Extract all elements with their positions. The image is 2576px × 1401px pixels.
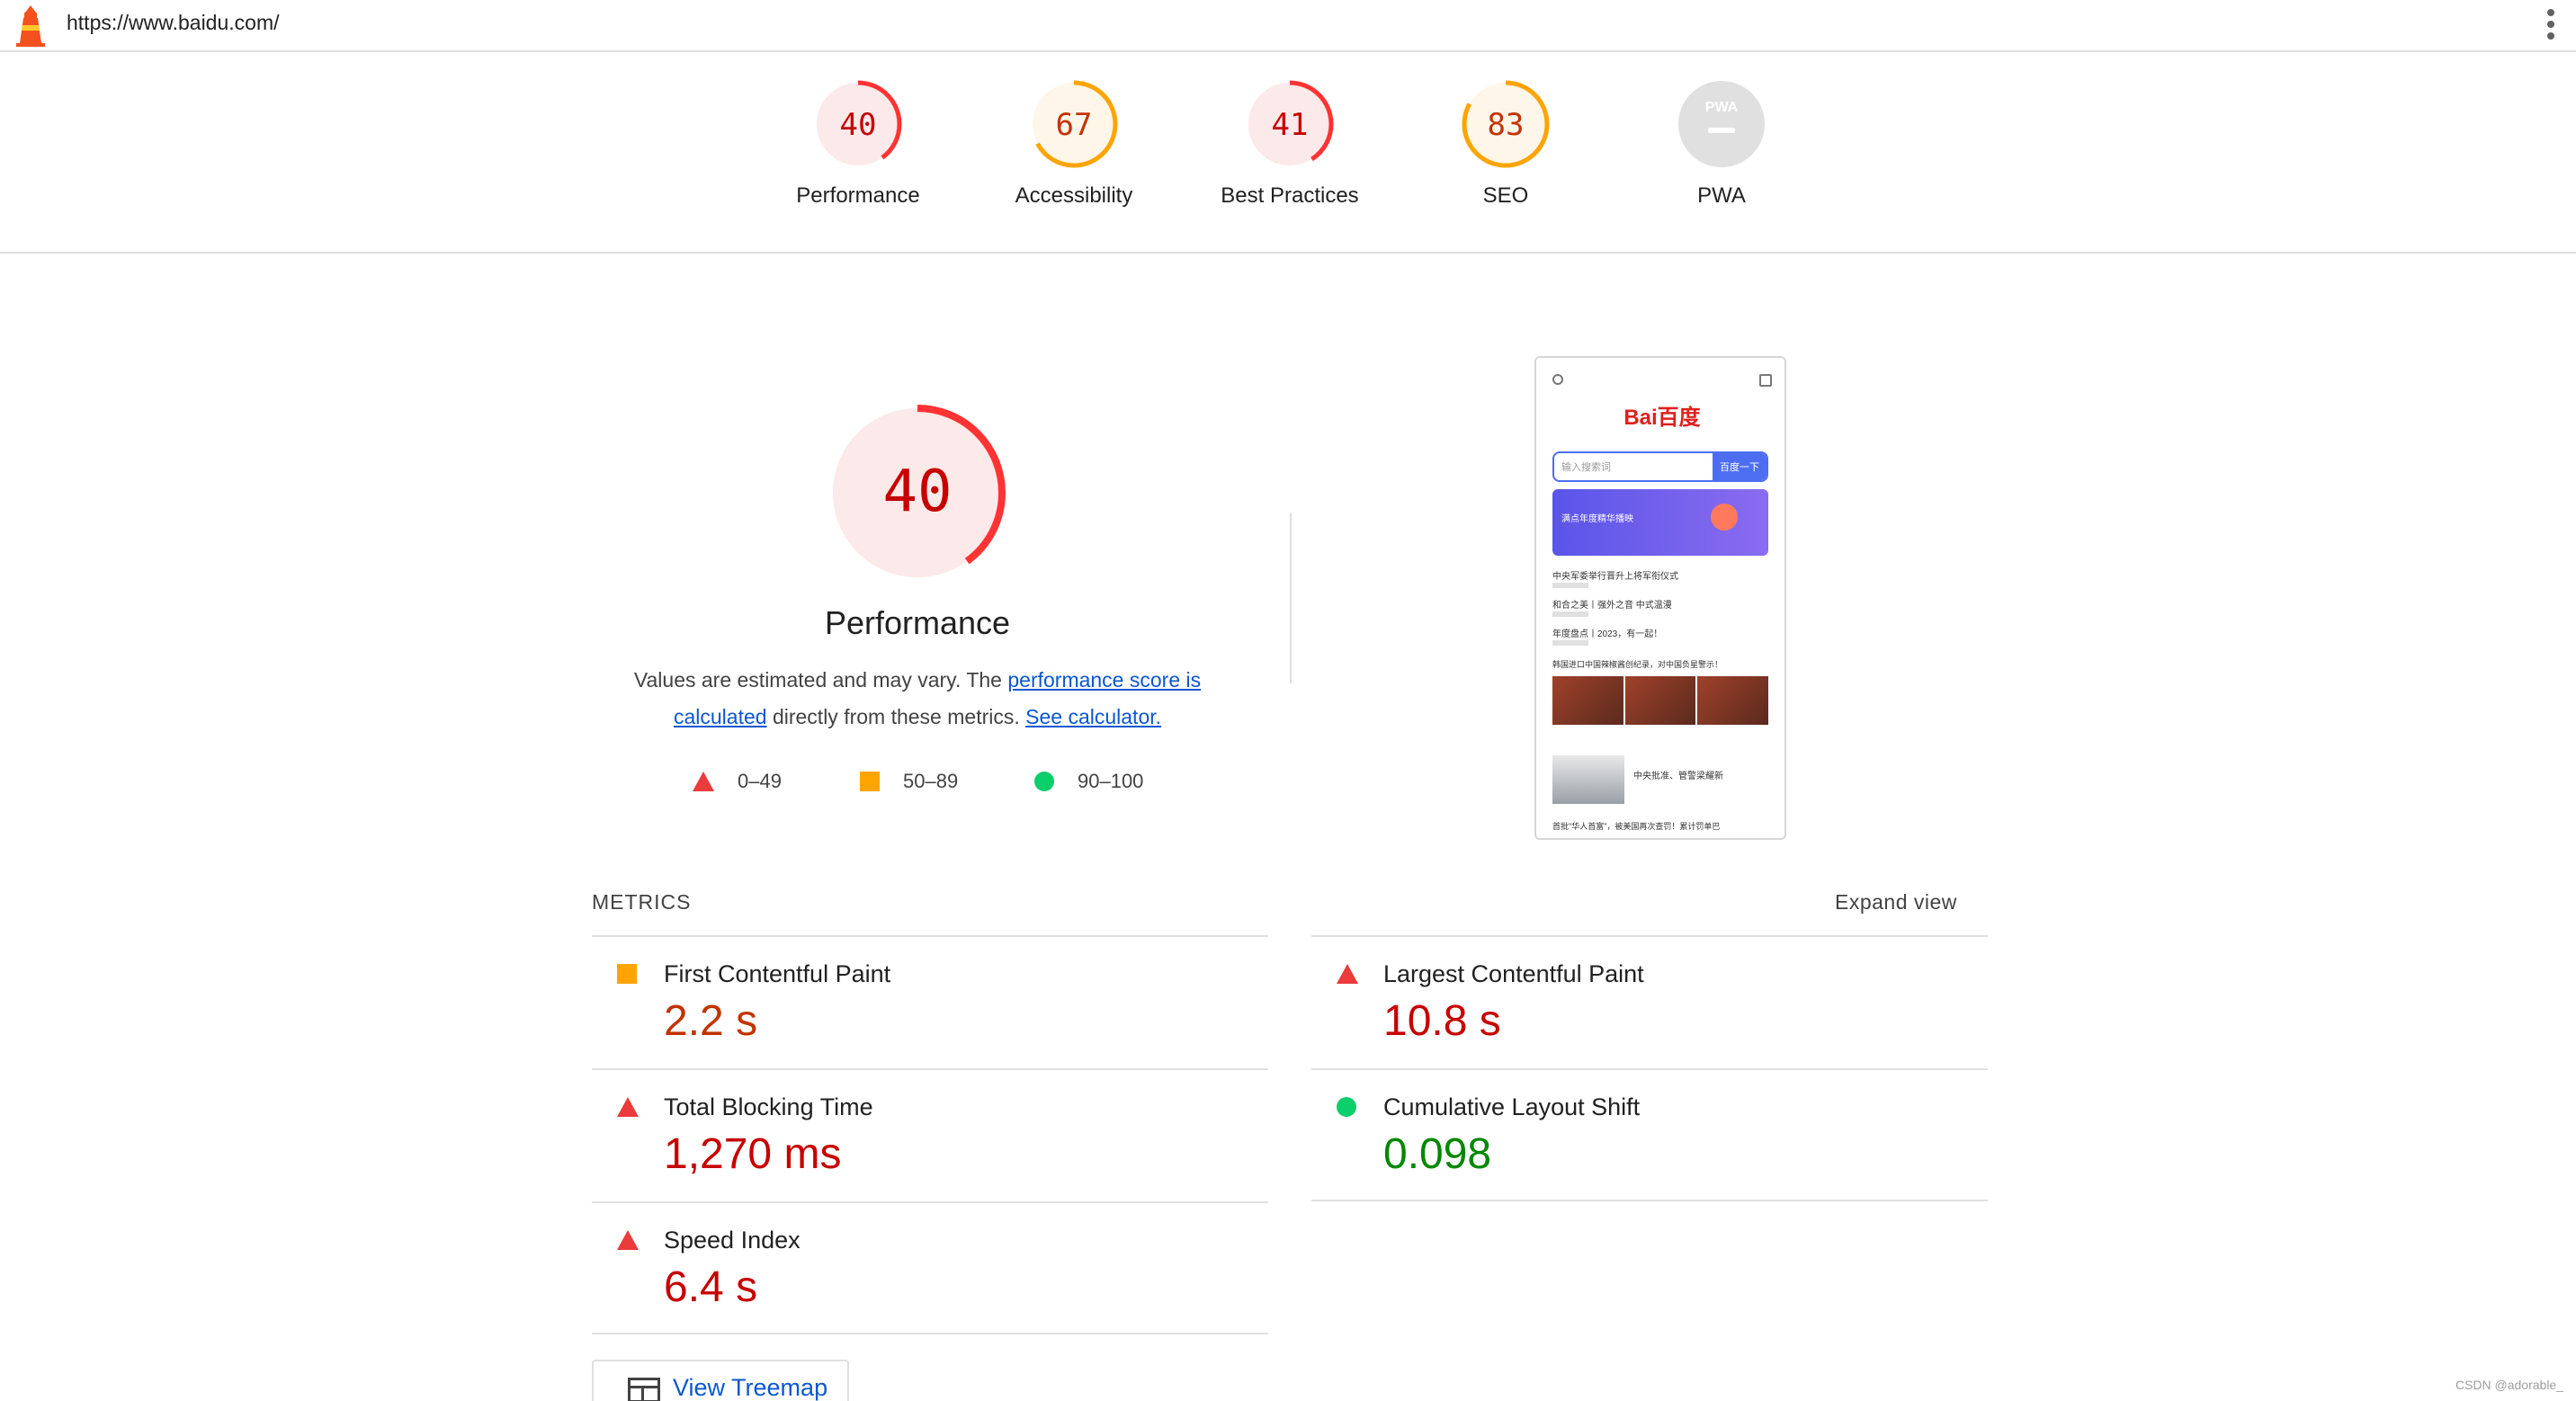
edit-icon (1759, 374, 1772, 387)
square-icon (860, 772, 880, 791)
legend-average: 50–89 (860, 770, 958, 793)
thumb-news-meta (1552, 640, 1588, 646)
best-practices-score: 41 (1272, 107, 1309, 143)
pwa-badge-text: PWA (1705, 100, 1739, 115)
thumb-news-item: 和合之美丨强外之音 中式温漫 (1552, 601, 1672, 611)
triangle-icon (617, 1230, 639, 1250)
metrics-divider (592, 1333, 1268, 1334)
metric-speed-index: Speed Index 6.4 s (592, 1201, 1268, 1334)
thumb-news-item: 韩国进口中国辣椒酱创纪录，对中国负星警示！ (1552, 660, 1723, 669)
view-treemap-label: View Treemap (673, 1374, 828, 1401)
best-practices-gauge-icon: 41 (1246, 80, 1334, 168)
see-calculator-link[interactable]: See calculator. (1025, 705, 1161, 728)
gauge-label-seo: SEO (1482, 183, 1529, 208)
lighthouse-logo-icon (16, 5, 45, 47)
desc-prefix: Values are estimated and may vary. The (633, 668, 1008, 692)
circle-icon (1337, 1097, 1356, 1117)
thumb-news-meta (1552, 611, 1588, 617)
baidu-logo-text: Bai百度 (1623, 406, 1701, 430)
thumb-search-button: 百度一下 (1713, 453, 1767, 480)
legend-pass-range: 90–100 (1078, 770, 1144, 792)
metric-name: Total Blocking Time (664, 1093, 873, 1120)
page-screenshot-thumbnail[interactable]: Bai百度 输入搜索词 百度一下 满点年度精华播映 中央军委举行晋升上将军衔仪式… (1534, 356, 1786, 840)
thumb-news-item: 中央批准、管警梁耀新 (1633, 772, 1723, 781)
metric-name: First Contentful Paint (664, 960, 891, 987)
gauge-performance[interactable]: 40 Performance (750, 79, 966, 209)
thumb-banner: 满点年度精华播映 (1552, 489, 1768, 556)
accessibility-gauge-icon: 67 (1030, 80, 1118, 168)
legend-fail-range: 0–49 (738, 770, 782, 792)
thumb-search-placeholder: 输入搜索词 (1561, 462, 1611, 473)
seo-score: 83 (1488, 107, 1525, 143)
performance-score: 40 (840, 107, 877, 143)
performance-gauge-icon: 40 (814, 80, 902, 168)
more-options-icon[interactable] (2545, 9, 2556, 41)
thumb-banner-art (1711, 504, 1738, 531)
metric-name: Cumulative Layout Shift (1383, 1093, 1641, 1120)
metrics-header: METRICS (592, 890, 692, 914)
score-summary: 40 Performance 67 Accessibility 41 Best … (0, 52, 2576, 254)
performance-large-gauge: 40 (829, 405, 1006, 581)
thumb-news-item: 年度盘点丨2023，有一起！ (1552, 629, 1663, 639)
thumb-news-item: 中央军委举行晋升上将军衔仪式 (1552, 572, 1678, 582)
thumb-search-box: 输入搜索词 百度一下 (1552, 451, 1768, 482)
gauge-best-practices[interactable]: 41 Best Practices (1182, 79, 1398, 209)
report-url: https://www.baidu.com/ (67, 11, 280, 34)
gauge-label-best-practices: Best Practices (1221, 183, 1359, 208)
metric-value: 1,270 ms (664, 1130, 842, 1178)
gauge-pwa[interactable]: PWA PWA (1614, 79, 1829, 209)
watermark: CSDN @adorable_ (2455, 1378, 2563, 1392)
triangle-icon (617, 1097, 639, 1117)
performance-title: Performance (824, 604, 1011, 641)
metric-value: 10.8 s (1383, 997, 1501, 1045)
triangle-icon (1337, 964, 1358, 984)
pwa-badge-icon: PWA (1678, 81, 1765, 167)
legend-average-range: 50–89 (903, 770, 959, 792)
metrics-divider (1311, 1200, 1988, 1201)
top-bar: https://www.baidu.com/ (0, 0, 2576, 52)
gauge-label-pwa: PWA (1697, 183, 1746, 208)
baidu-logo: Bai百度 (1606, 399, 1718, 435)
expand-view-toggle[interactable]: Expand view (1835, 890, 1957, 915)
metric-value: 0.098 (1383, 1130, 1492, 1178)
thumb-news-item: 首批"华人首富"，被美国再次查罚！累计罚单巴 (1552, 822, 1721, 831)
metric-largest-contentful-paint: Largest Contentful Paint 10.8 s (1311, 935, 1988, 1068)
gauge-accessibility[interactable]: 67 Accessibility (966, 79, 1182, 209)
metric-name: Speed Index (664, 1227, 801, 1254)
metric-total-blocking-time: Total Blocking Time 1,270 ms (592, 1068, 1268, 1201)
thumb-news-meta (1552, 583, 1588, 588)
metric-name: Largest Contentful Paint (1383, 960, 1644, 987)
metric-first-contentful-paint: First Contentful Paint 2.2 s (592, 935, 1268, 1068)
treemap-icon (628, 1378, 660, 1401)
legend-fail: 0–49 (693, 770, 782, 793)
metric-value: 2.2 s (664, 997, 758, 1045)
thumb-news-photo (1552, 755, 1624, 804)
view-treemap-button[interactable]: View Treemap (592, 1360, 849, 1401)
triangle-icon (693, 772, 714, 791)
user-icon (1552, 374, 1563, 385)
square-icon (617, 964, 637, 984)
metric-value: 6.4 s (664, 1263, 758, 1311)
gauge-label-accessibility: Accessibility (1015, 183, 1133, 208)
seo-gauge-icon: 83 (1462, 80, 1550, 168)
gauge-label-performance: Performance (796, 183, 920, 208)
thumb-news-images (1552, 676, 1769, 725)
vertical-divider (1290, 513, 1292, 683)
performance-large-score: 40 (882, 459, 952, 525)
legend-pass: 90–100 (1034, 770, 1143, 793)
accessibility-score: 67 (1056, 107, 1093, 143)
circle-icon (1034, 772, 1054, 791)
performance-description: Values are estimated and may vary. The p… (594, 662, 1241, 736)
metric-cumulative-layout-shift: Cumulative Layout Shift 0.098 (1311, 1068, 1988, 1201)
gauge-seo[interactable]: 83 SEO (1398, 79, 1614, 209)
desc-middle: directly from these metrics. (766, 705, 1026, 728)
thumb-banner-text: 满点年度精华播映 (1561, 514, 1633, 524)
